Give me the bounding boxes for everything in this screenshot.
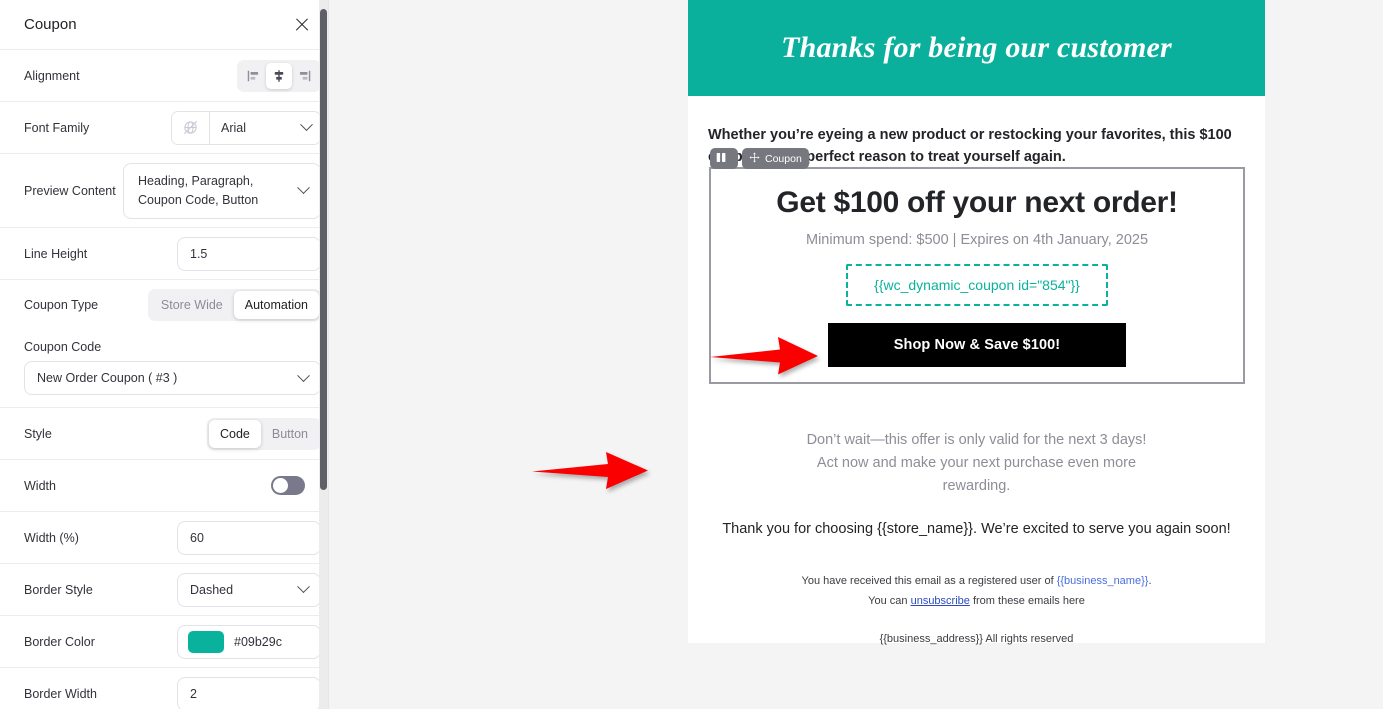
chevron-down-icon [300,118,313,132]
setting-row-width-percent: Width (%) 60 [0,512,328,564]
setting-row-coupon-type: Coupon Type Store Wide Automation [0,280,328,330]
align-middle-icon[interactable] [266,62,292,89]
email-hero-title: Thanks for being our customer [781,31,1172,64]
move-icon [749,152,760,166]
border-width-input[interactable]: 2 [177,676,321,709]
font-family-value: Arial [221,120,247,135]
settings-sidebar: Coupon Alignment Font Family Arial Previ… [0,0,329,709]
chevron-down-icon [297,580,310,594]
preview-content-label: Preview Content [24,183,116,198]
setting-row-border-width: Border Width 2 [0,668,328,709]
columns-button[interactable] [710,148,738,169]
width-toggle-knob [273,478,288,493]
legal-line-1-post: . [1148,574,1152,587]
setting-row-alignment: Alignment [0,50,328,102]
align-bottom-icon[interactable] [292,63,318,89]
coupon-code-label: Coupon Code [24,340,102,354]
align-top-icon[interactable] [240,63,266,89]
email-outro-paragraph: Don’t wait—this offer is only valid for … [708,429,1245,499]
border-style-select[interactable]: Dashed [177,572,321,607]
chevron-down-icon [297,368,310,382]
panel-title: Coupon [24,16,77,33]
coupon-type-automation-button[interactable]: Automation [233,291,319,319]
border-color-field[interactable]: #09b29c [177,624,321,659]
setting-row-preview-content: Preview Content Heading, Paragraph, Coup… [0,154,328,228]
legal-line-1: You have received this email as a regist… [708,571,1245,591]
preview-content-select[interactable]: Heading, Paragraph, Coupon Code, Button [123,162,321,219]
settings-sidebar-scroll-content: Coupon Alignment Font Family Arial Previ… [0,0,328,709]
width-toggle[interactable] [271,476,305,495]
pointer-arrow-cta [710,337,818,375]
coupon-block-editor: Thanks for being our customer Whether yo… [0,0,1383,709]
columns-icon [716,152,727,166]
setting-row-style: Style Code Button [0,408,328,460]
pointer-arrow-canvas [532,452,648,489]
move-coupon-label: Coupon [765,152,802,165]
outro-line-3: rewarding. [942,478,1011,495]
preview-content-value: Heading, Paragraph, Coupon Code, Button [138,174,259,207]
email-legal-address: {{business_address}} All rights reserved [879,633,1074,646]
border-color-label: Border Color [24,634,95,649]
chevron-down-icon [297,181,310,195]
border-color-value: #09b29c [234,634,282,649]
setting-row-font-family: Font Family Arial [0,102,328,154]
legal-line-2-post: from these emails here [969,594,1085,607]
unsubscribe-link[interactable]: unsubscribe [911,595,970,607]
block-toolbar: Coupon [710,148,809,169]
panel-header: Coupon [0,0,328,50]
coupon-heading: Get $100 off your next order! [776,186,1178,219]
width-label: Width [24,478,56,493]
legal-line-1-pre: You have received this email as a regist… [801,574,1057,587]
font-family-select[interactable]: Arial [210,112,320,144]
close-icon[interactable] [289,12,315,38]
coupon-type-store-wide-button[interactable]: Store Wide [150,291,234,319]
legal-line-2: You can unsubscribe from these emails he… [708,591,1245,611]
move-coupon-button[interactable]: Coupon [742,148,809,169]
setting-row-border-color: Border Color #09b29c [0,616,328,668]
width-percent-label: Width (%) [24,530,79,545]
coupon-cta-button[interactable]: Shop Now & Save $100! [827,323,1127,367]
border-style-label: Border Style [24,582,93,597]
style-button-button[interactable]: Button [261,420,319,448]
coupon-code-placeholder: {{wc_dynamic_coupon id="854"}} [846,264,1108,306]
email-hero: Thanks for being our customer [688,0,1265,96]
sidebar-scrollbar-thumb[interactable] [320,9,327,490]
setting-row-line-height: Line Height 1.5 [0,228,328,280]
outro-line-2: Act now and make your next purchase even… [816,455,1137,472]
border-color-swatch[interactable] [188,630,224,653]
coupon-type-label: Coupon Type [24,298,99,312]
font-family-control[interactable]: Arial [171,110,321,145]
line-height-label: Line Height [24,246,88,261]
width-percent-input[interactable]: 60 [177,520,321,555]
email-thanks-paragraph: Thank you for choosing {{store_name}}. W… [722,520,1231,537]
font-family-label: Font Family [24,120,90,135]
style-segmented-control: Code Button [206,417,321,450]
coupon-type-segmented-control: Store Wide Automation [147,289,321,321]
coupon-code-value: New Order Coupon ( #3 ) [37,371,178,385]
style-code-button[interactable]: Code [208,419,261,448]
setting-row-width-toggle: Width [0,460,328,512]
alignment-segmented-control [237,59,321,92]
setting-row-coupon-code: Coupon Code New Order Coupon ( #3 ) [0,330,328,408]
setting-row-border-style: Border Style Dashed [0,564,328,616]
business-name-token: {{business_name}} [1056,574,1149,587]
line-height-input[interactable]: 1.5 [177,236,321,271]
coupon-subtext: Minimum spend: $500 | Expires on 4th Jan… [805,232,1149,248]
legal-line-2-pre: You can [868,594,911,607]
email-legal: You have received this email as a regist… [708,571,1245,612]
alignment-label: Alignment [24,68,80,83]
border-width-label: Border Width [24,686,97,701]
border-style-value: Dashed [190,582,234,597]
style-label: Style [24,426,52,441]
coupon-code-select[interactable]: New Order Coupon ( #3 ) [24,361,321,395]
outro-line-1: Don’t wait—this offer is only valid for … [806,431,1147,448]
sidebar-scrollbar[interactable] [319,0,328,709]
globe-slash-icon [172,111,210,144]
